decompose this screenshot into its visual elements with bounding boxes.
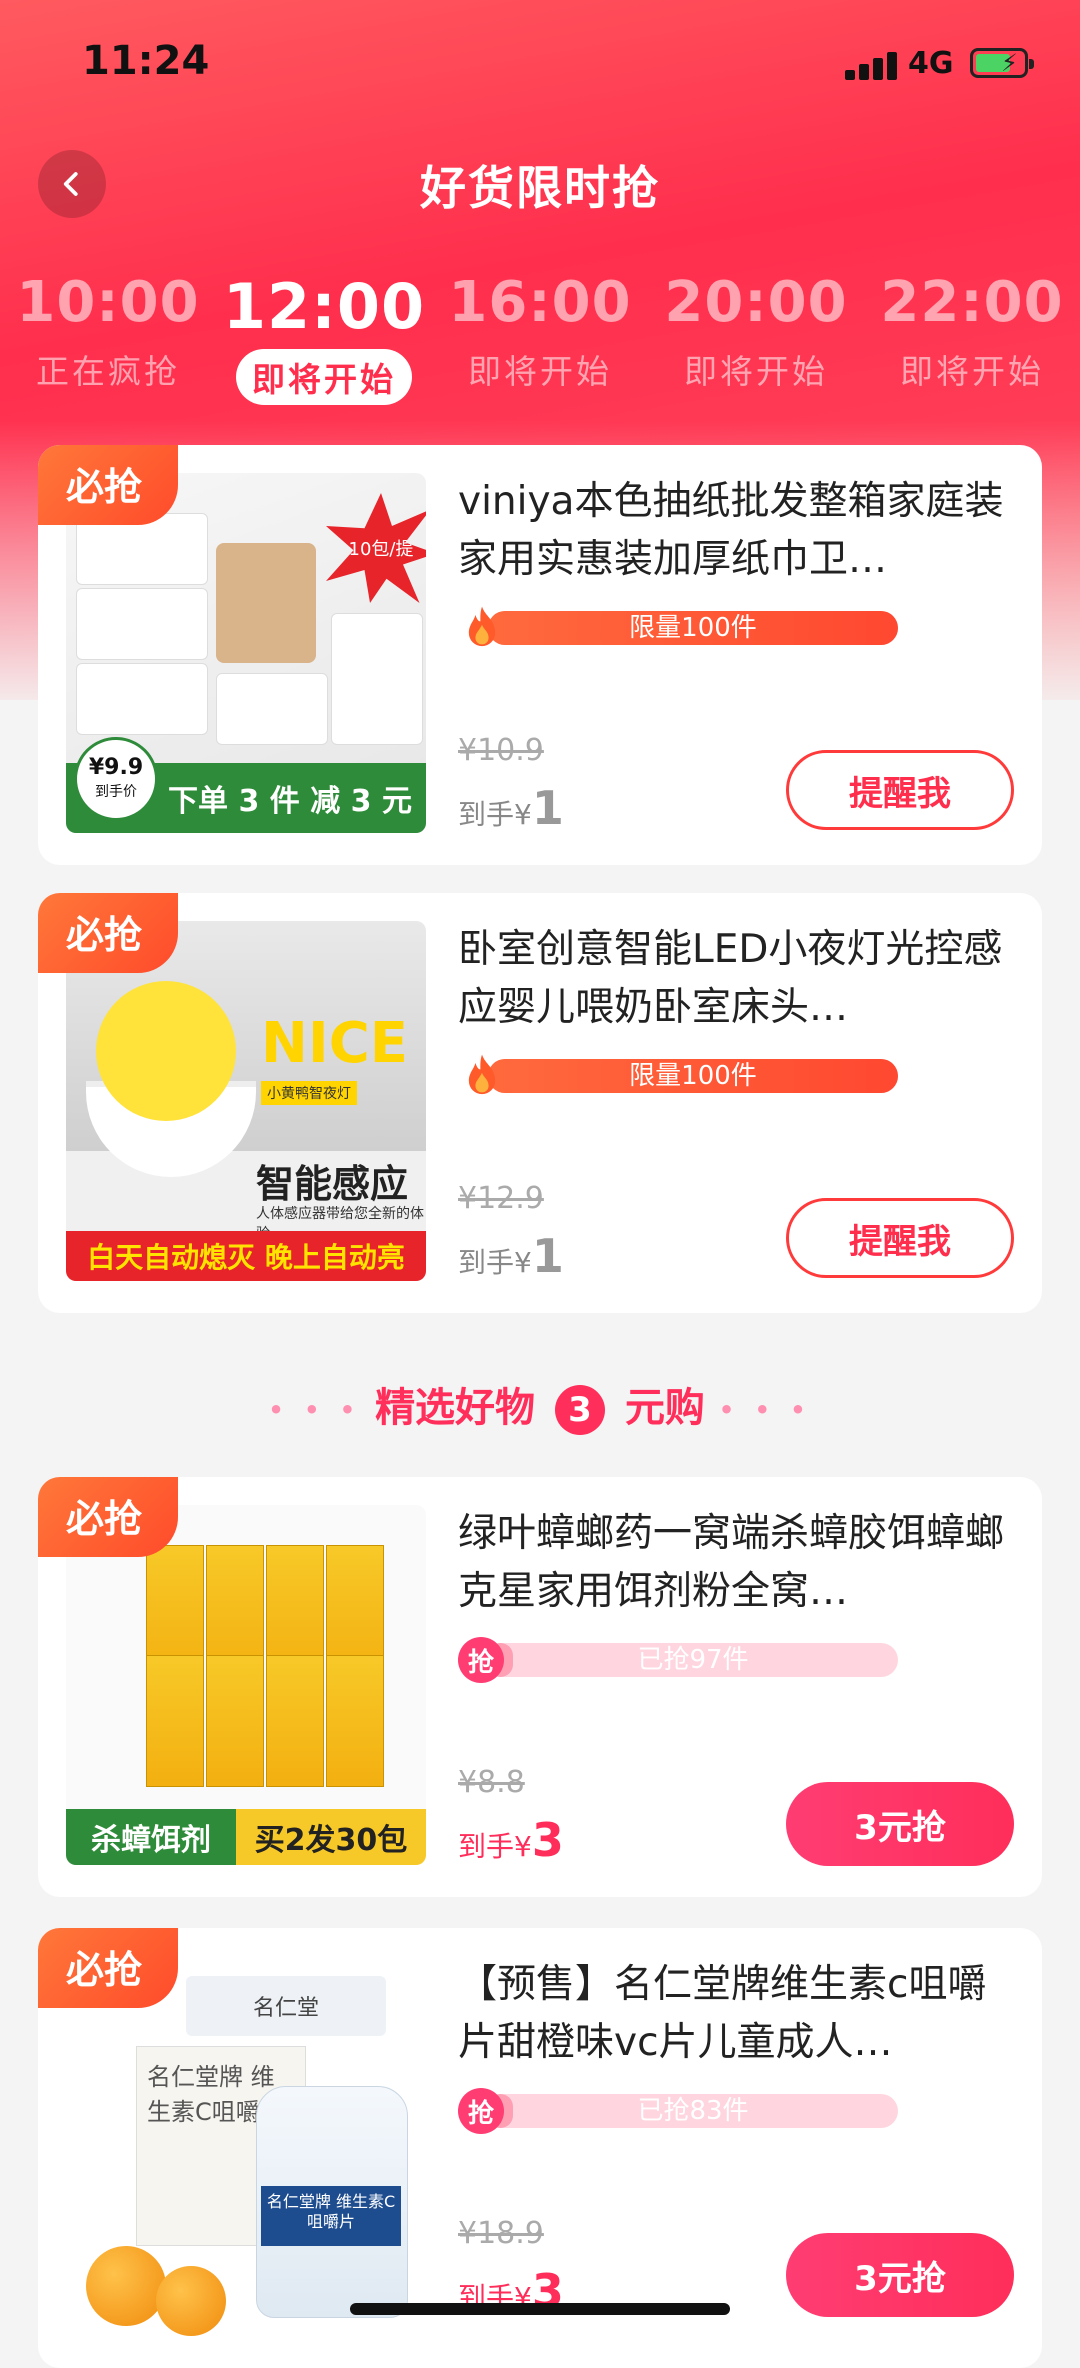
- tab-status: 即将开始: [468, 352, 612, 391]
- grab-badge: 抢: [458, 2088, 504, 2134]
- must-buy-tag: 必抢: [38, 893, 178, 973]
- original-price: ¥10.9: [458, 733, 544, 768]
- image-brand: 名仁堂: [186, 1976, 386, 2036]
- price-prefix: 到手¥: [458, 1246, 532, 1279]
- original-price: ¥8.8: [458, 1765, 525, 1800]
- image-headline: NICE: [261, 1011, 409, 1076]
- price-value: 1: [531, 1229, 564, 1283]
- price-coin: ¥9.9 到手价: [74, 737, 158, 821]
- battery-icon: ⚡: [970, 48, 1034, 78]
- product-card[interactable]: 必抢 NICE 小黄鸭智夜灯 智能感应 人体感应器带给您全新的体验 白天自动熄灭…: [38, 893, 1042, 1313]
- coin-sub: 到手价: [95, 784, 137, 800]
- buy-button[interactable]: 3元抢: [786, 2233, 1014, 2317]
- section-heading: • • • 精选好物 3 元购 • • •: [0, 1375, 1080, 1435]
- remind-me-button[interactable]: 提醒我: [786, 1198, 1014, 1278]
- tab-time: 22:00: [880, 270, 1064, 335]
- image-label: 名仁堂牌 维生素C咀嚼片: [261, 2186, 401, 2246]
- flame-icon: [468, 1054, 496, 1095]
- image-banner-left: 杀蟑饵剂: [66, 1809, 236, 1865]
- progress-label: 限量100件: [629, 613, 757, 643]
- tab-status: 即将开始: [684, 352, 828, 391]
- section-suffix: 元购: [624, 1385, 705, 1431]
- sold-progress: 抢 已抢97件: [458, 1637, 898, 1683]
- tab-1000[interactable]: 10:00 正在疯抢: [0, 270, 216, 397]
- network-label: 4G: [908, 46, 954, 81]
- product-title[interactable]: viniya本色抽纸批发整箱家庭装家用实惠装加厚纸巾卫…: [458, 473, 1018, 589]
- product-image[interactable]: 10包/提 ¥9.9 到手价 下单 3 件 减 3 元: [66, 473, 426, 833]
- tab-status: 即将开始: [900, 352, 1044, 391]
- section-prefix: 精选好物: [375, 1385, 536, 1431]
- decor-dots-right: • • •: [718, 1396, 812, 1424]
- tab-status: 即将开始: [236, 349, 412, 405]
- tab-status: 正在疯抢: [36, 352, 180, 391]
- product-card[interactable]: 必抢 10包/提 ¥9.9 到手价 下单 3 件 减 3 元 viniya本色抽纸…: [38, 445, 1042, 865]
- product-image[interactable]: 名仁堂 名仁堂牌 维生素C咀嚼片 名仁堂牌 维生素C咀嚼片: [66, 1956, 426, 2356]
- final-price: 到手¥1: [458, 1229, 564, 1283]
- tab-time: 16:00: [448, 270, 632, 335]
- signal-icon: [845, 50, 899, 80]
- original-price: ¥18.9: [458, 2216, 544, 2251]
- tab-2200[interactable]: 22:00 即将开始: [864, 270, 1080, 397]
- image-banner-right: 买2发30包: [236, 1809, 426, 1865]
- progress-label: 已抢97件: [637, 1645, 749, 1675]
- tab-time: 12:00: [222, 270, 426, 343]
- image-subtitle: 小黄鸭智夜灯: [261, 1081, 357, 1105]
- home-indicator[interactable]: [350, 2303, 730, 2315]
- price-prefix: 到手¥: [458, 1830, 532, 1863]
- must-buy-tag: 必抢: [38, 1928, 178, 2008]
- decor-dots-left: • • •: [268, 1396, 362, 1424]
- image-banner: 杀蟑饵剂 买2发30包: [66, 1809, 426, 1865]
- must-buy-tag: 必抢: [38, 1477, 178, 1557]
- product-title[interactable]: 卧室创意智能LED小夜灯光控感应婴儿喂奶卧室床头…: [458, 921, 1018, 1037]
- sold-progress: 抢 已抢83件: [458, 2088, 898, 2134]
- tab-time: 10:00: [16, 270, 200, 335]
- must-buy-tag: 必抢: [38, 445, 178, 525]
- original-price: ¥12.9: [458, 1181, 544, 1216]
- remind-me-button[interactable]: 提醒我: [786, 750, 1014, 830]
- product-card[interactable]: 必抢 名仁堂 名仁堂牌 维生素C咀嚼片 名仁堂牌 维生素C咀嚼片 【预售】名仁堂…: [38, 1928, 1042, 2368]
- product-card[interactable]: 必抢 杀蟑饵剂 买2发30包 绿叶蟑螂药一窝端杀蟑胶饵蟑螂克星家用饵剂粉全窝… …: [38, 1477, 1042, 1897]
- status-time: 11:24: [82, 38, 210, 84]
- section-number: 3: [555, 1385, 605, 1435]
- tab-1200[interactable]: 12:00 即将开始: [216, 270, 432, 405]
- pack-count-badge: 10包/提: [326, 493, 426, 603]
- flame-icon: [468, 606, 496, 647]
- product-title[interactable]: 【预售】名仁堂牌维生素c咀嚼片甜橙味vc片儿童成人…: [458, 1956, 1018, 2072]
- price-value: 1: [531, 781, 564, 835]
- product-image[interactable]: NICE 小黄鸭智夜灯 智能感应 人体感应器带给您全新的体验 白天自动熄灭 晚上…: [66, 921, 426, 1281]
- product-image[interactable]: 杀蟑饵剂 买2发30包: [66, 1505, 426, 1865]
- tab-1600[interactable]: 16:00 即将开始: [432, 270, 648, 397]
- price-prefix: 到手¥: [458, 798, 532, 831]
- page-title: 好货限时抢: [420, 161, 660, 215]
- image-feature: 智能感应: [256, 1162, 409, 1206]
- time-tabs: 10:00 正在疯抢 12:00 即将开始 16:00 即将开始 20:00 即…: [0, 270, 1080, 410]
- final-price: 到手¥1: [458, 781, 564, 835]
- final-price: 到手¥3: [458, 1813, 564, 1867]
- product-title[interactable]: 绿叶蟑螂药一窝端杀蟑胶饵蟑螂克星家用饵剂粉全窝…: [458, 1505, 1018, 1621]
- grab-badge: 抢: [458, 1637, 504, 1683]
- image-banner: 白天自动熄灭 晚上自动亮: [66, 1231, 426, 1281]
- tab-2000[interactable]: 20:00 即将开始: [648, 270, 864, 397]
- coin-price: ¥9.9: [88, 755, 144, 780]
- limit-progress: 限量100件: [458, 605, 898, 647]
- status-bar: 11:24 4G ⚡: [0, 0, 1080, 130]
- limit-progress: 限量100件: [458, 1053, 898, 1095]
- price-value: 3: [531, 1813, 564, 1867]
- buy-button[interactable]: 3元抢: [786, 1782, 1014, 1866]
- tab-time: 20:00: [664, 270, 848, 335]
- progress-label: 已抢83件: [637, 2096, 749, 2126]
- progress-label: 限量100件: [629, 1061, 757, 1091]
